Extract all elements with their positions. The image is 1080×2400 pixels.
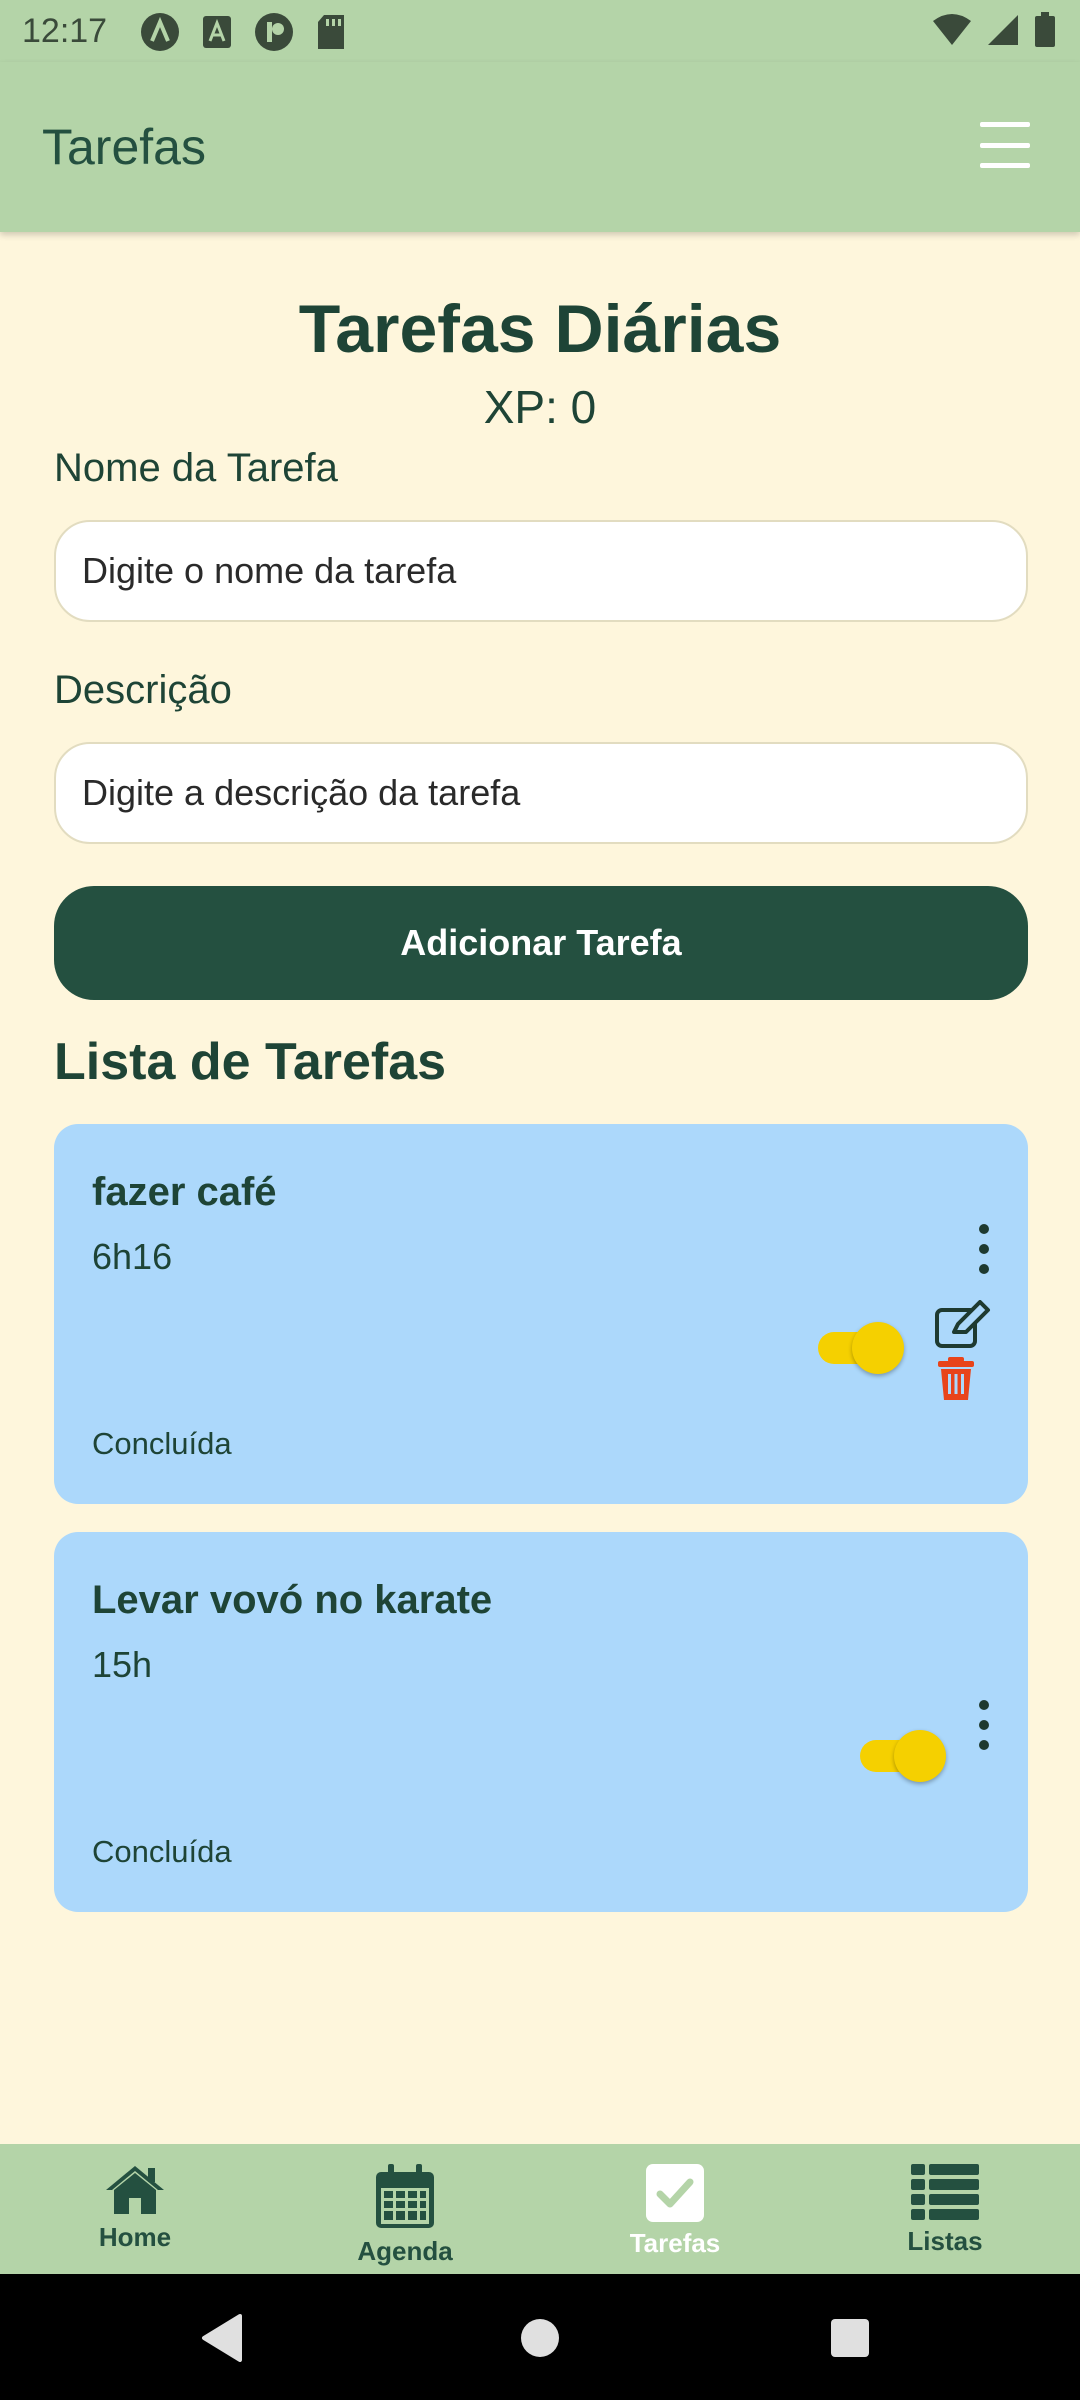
battery-icon [1035,12,1055,47]
nav-label: Listas [907,2226,983,2256]
wifi-icon [933,14,971,45]
page-title: Tarefas Diárias [298,291,782,367]
trash-icon[interactable] [936,1356,976,1402]
task-name-label: Nome da Tarefa [54,446,338,490]
status-time: 12:17 [22,12,108,50]
nav-label: Home [98,2222,172,2252]
check-square-icon [646,2164,704,2222]
nav-label: Tarefas [629,2228,721,2258]
add-task-button[interactable]: Adicionar Tarefa [54,886,1028,1000]
list-icon [911,2164,979,2220]
task-list-title: Lista de Tarefas [54,1033,447,1091]
task-time: 6h16 [92,1236,173,1277]
system-status-icons [932,12,1056,48]
xp-counter: XP: 0 [483,381,597,433]
task-card[interactable]: Levar vovó no karate 15h Concluída [54,1532,1028,1912]
hamburger-menu-icon[interactable] [980,122,1030,168]
task-description-input[interactable] [54,742,1028,844]
back-icon[interactable] [200,2314,244,2362]
task-name: fazer café [92,1170,277,1214]
app-title: Tarefas [42,119,206,175]
task-status: Concluída [92,1426,232,1461]
nav-label: Agenda [357,2236,453,2266]
bottom-navigation: Home Agenda Tarefas Listas [0,2144,1080,2274]
home-circle-icon[interactable] [520,2318,560,2358]
task-name: Levar vovó no karate [92,1578,493,1622]
app-bar: Tarefas [0,62,1080,232]
more-options-icon[interactable] [969,1224,999,1274]
system-navigation-bar [0,2274,1080,2400]
signal-icon [988,15,1018,45]
status-bar: 12:17 [0,0,1080,62]
task-status: Concluída [92,1834,232,1869]
complete-toggle[interactable] [860,1730,946,1782]
task-time: 15h [92,1644,153,1685]
nav-listas[interactable]: Listas [810,2144,1080,2274]
calendar-icon [376,2164,434,2228]
nav-agenda[interactable]: Agenda [270,2144,540,2274]
edit-icon[interactable] [934,1300,992,1350]
notification-icons [140,12,346,52]
task-name-input[interactable] [54,520,1028,622]
nav-tarefas[interactable]: Tarefas [540,2144,810,2274]
more-options-icon[interactable] [969,1700,999,1750]
task-card[interactable]: fazer café 6h16 Concluída [54,1124,1028,1504]
notification-text-icon [203,16,231,48]
recents-icon[interactable] [830,2318,870,2358]
sd-card-icon [318,15,344,49]
notification-p-icon [255,13,293,51]
task-description-label: Descrição [54,668,232,712]
home-icon [106,2166,164,2214]
complete-toggle[interactable] [818,1322,904,1374]
notification-a-icon [141,13,179,51]
nav-home[interactable]: Home [0,2144,270,2274]
